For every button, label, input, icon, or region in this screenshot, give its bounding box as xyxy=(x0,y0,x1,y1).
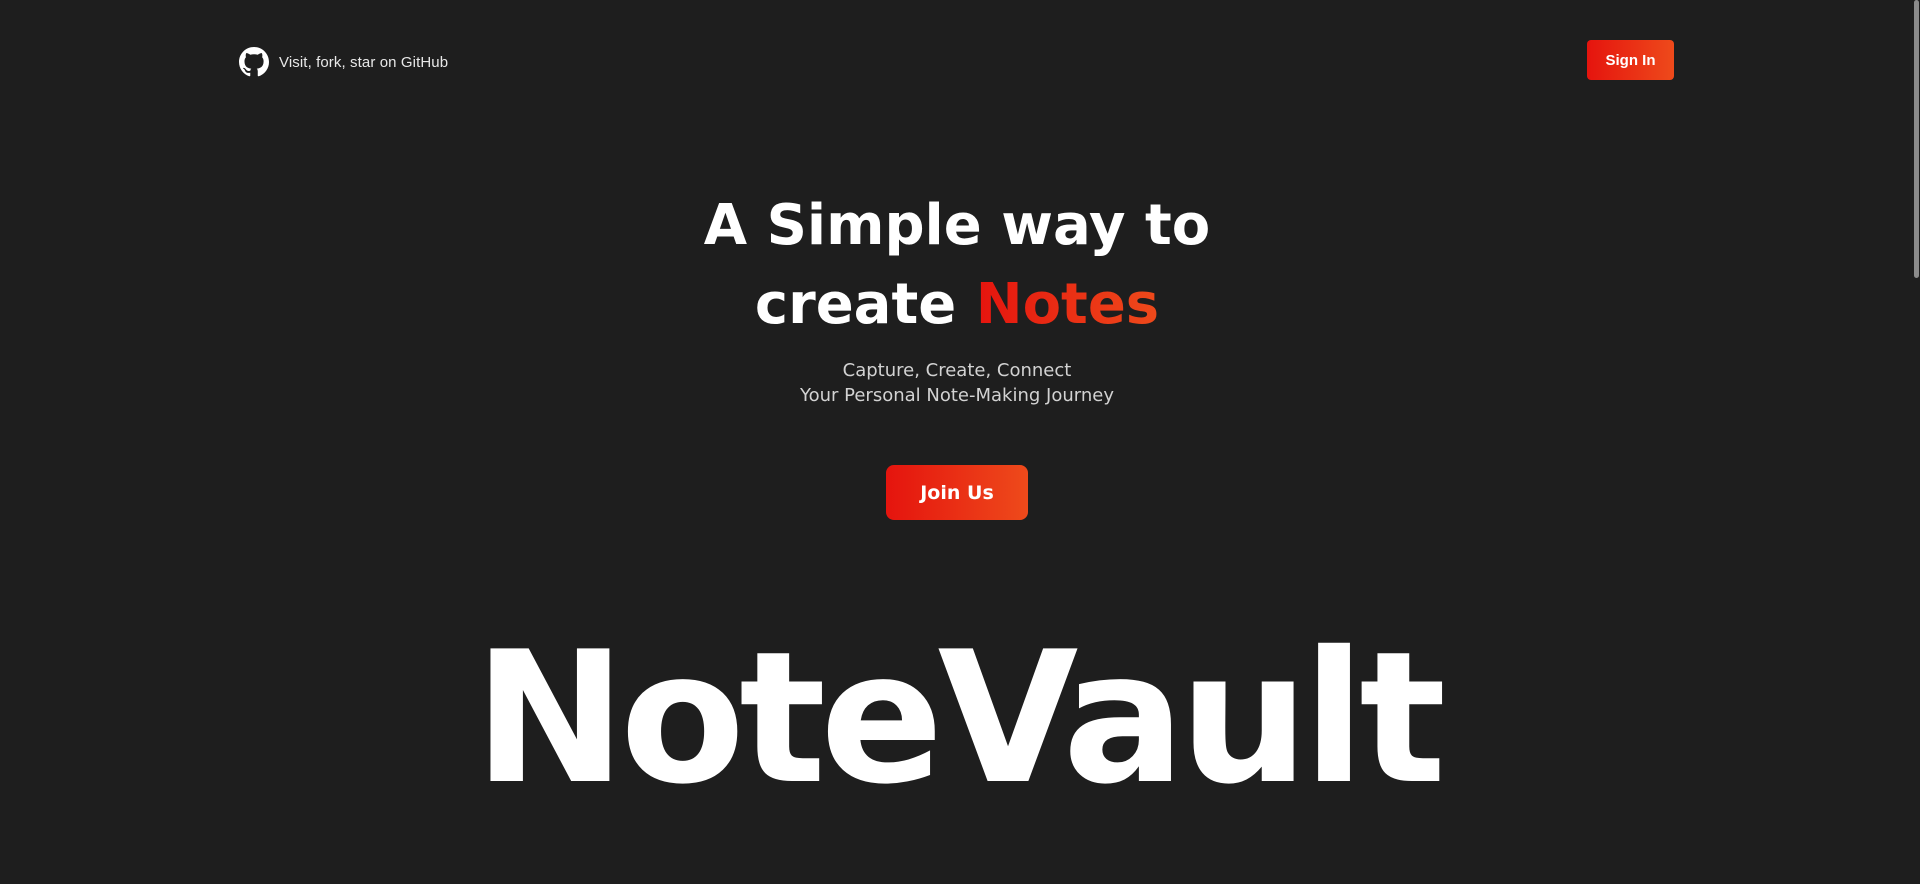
hero-subtitle: Capture, Create, Connect Your Personal N… xyxy=(0,358,1914,408)
scrollbar-thumb[interactable] xyxy=(1914,0,1919,278)
hero-title-accent: Notes xyxy=(975,272,1160,337)
hero-subtitle-line2: Your Personal Note-Making Journey xyxy=(800,385,1114,406)
sign-in-button[interactable]: Sign In xyxy=(1587,40,1674,80)
brand-wordmark: NoteVault xyxy=(473,612,1446,824)
hero-title: A Simple way to create Notes xyxy=(0,186,1914,344)
hero-subtitle-line1: Capture, Create, Connect xyxy=(842,360,1072,381)
hero-title-line1: A Simple way to xyxy=(703,193,1211,258)
landing-page: Visit, fork, star on GitHub Sign In A Si… xyxy=(0,0,1920,884)
join-us-button[interactable]: Join Us xyxy=(886,465,1028,520)
hero-title-line2-prefix: create xyxy=(754,272,976,337)
github-link-label: Visit, fork, star on GitHub xyxy=(279,53,449,71)
github-link[interactable]: Visit, fork, star on GitHub xyxy=(239,47,448,77)
scrollbar[interactable] xyxy=(1914,0,1920,884)
github-icon xyxy=(239,47,269,77)
